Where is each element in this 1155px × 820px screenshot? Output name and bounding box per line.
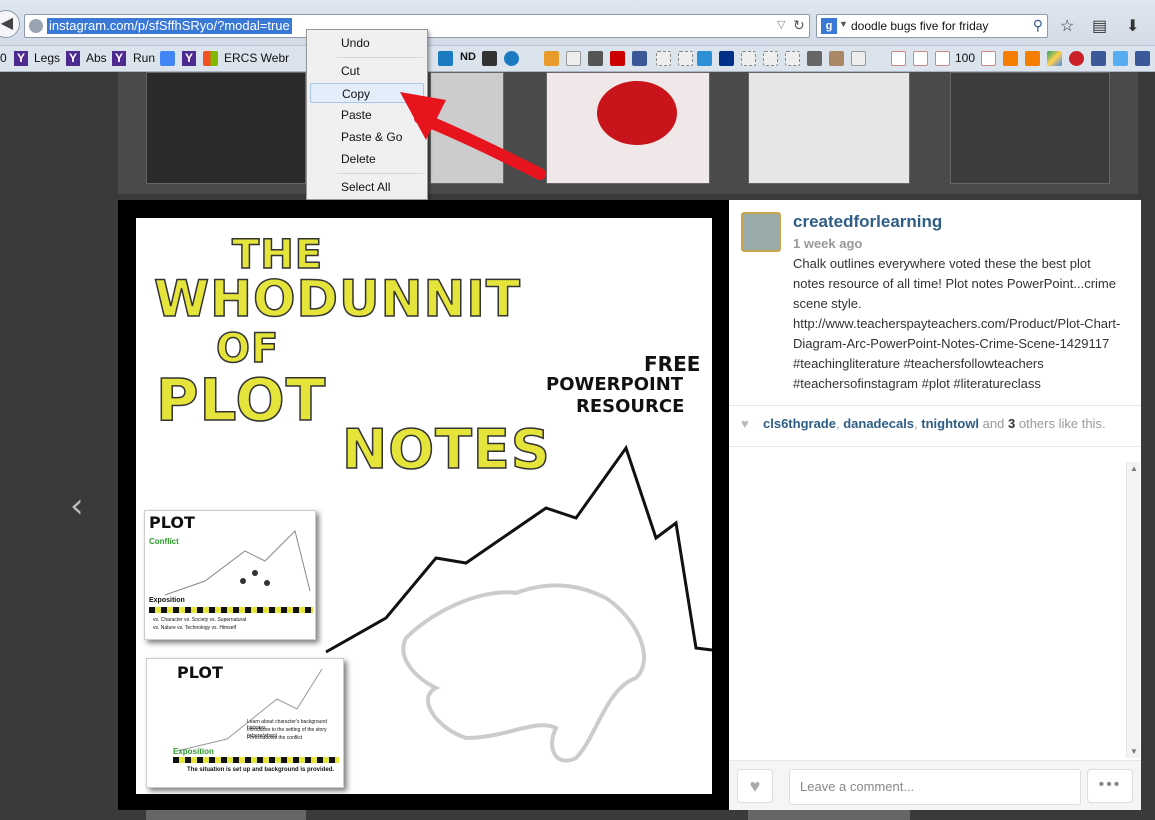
search-bar[interactable]: g ▼ doodle bugs five for friday ⚲ <box>816 14 1048 38</box>
star-icon[interactable]: ☆ <box>1060 16 1074 36</box>
photo-icon[interactable] <box>829 51 844 66</box>
comments-scrollbar[interactable]: ▲ ▼ <box>1126 462 1140 758</box>
menu-item-undo[interactable]: Undo <box>310 33 424 53</box>
back-icon[interactable]: ◀ <box>0 10 20 38</box>
runner-icon[interactable] <box>504 51 519 66</box>
search-engine-icon[interactable]: g <box>821 18 837 34</box>
drive-icon[interactable] <box>1047 51 1062 66</box>
search-icon[interactable]: ⚲ <box>1033 17 1043 34</box>
post-sidebar: createdforlearning 1 week ago Chalk outl… <box>729 200 1141 810</box>
blogger-icon[interactable] <box>1003 51 1018 66</box>
globe-icon <box>29 19 43 33</box>
chevron-down-icon[interactable]: ▼ <box>839 19 848 29</box>
pinterest-icon[interactable] <box>981 51 996 66</box>
yahoo-icon[interactable]: Y <box>66 51 80 66</box>
scroll-down-icon[interactable]: ▼ <box>1130 747 1138 756</box>
post-image[interactable]: THE WHODUNNIT OF PLOT NOTES FREE POWERPO… <box>136 218 712 794</box>
pinterest-icon[interactable] <box>913 51 928 66</box>
comment-input[interactable]: Leave a comment... <box>789 769 1081 805</box>
blank-icon[interactable] <box>763 51 778 66</box>
facebook-icon[interactable] <box>1135 51 1150 66</box>
plane-icon[interactable] <box>632 51 647 66</box>
likes-suffix: others like this. <box>1018 416 1106 431</box>
avatar[interactable] <box>741 212 781 252</box>
heart-icon: ♥ <box>741 416 749 431</box>
like-button[interactable]: ♥ <box>737 769 773 803</box>
thumbnail-image[interactable] <box>146 72 306 184</box>
liker-link[interactable]: danadecals <box>843 416 914 431</box>
card-row: vs. Nature vs. Technology vs. Himself <box>153 625 236 631</box>
bookmark-ercs[interactable]: ERCS Webr <box>224 51 289 65</box>
annotation-arrow <box>400 92 546 180</box>
post-caption: Chalk outlines everywhere voted these th… <box>793 256 1121 391</box>
search-input[interactable]: doodle bugs five for friday <box>851 19 988 33</box>
monitor-icon[interactable] <box>588 51 603 66</box>
reload-icon[interactable]: ↻ <box>793 17 805 34</box>
card-row: vs. Character vs. Society vs. Supernatur… <box>153 617 247 623</box>
post-username[interactable]: createdforlearning <box>793 212 942 232</box>
blank-icon[interactable] <box>656 51 671 66</box>
divider <box>729 446 1141 447</box>
download-icon[interactable]: ⬇ <box>1126 16 1139 36</box>
url-text[interactable]: instagram.com/p/sfSffhSRyo/?modal=true <box>47 18 292 34</box>
amazon-icon[interactable] <box>544 51 559 66</box>
card-bullet: Foreshadows the conflict <box>247 735 303 741</box>
plot-slide-card: PLOT Learn about character's background … <box>146 658 344 788</box>
liker-link[interactable]: cls6thgrade <box>763 416 836 431</box>
thumbnail-image[interactable] <box>146 810 306 820</box>
bookmark-run[interactable]: Run <box>133 51 155 65</box>
pinterest-icon[interactable] <box>891 51 906 66</box>
post-timestamp[interactable]: 1 week ago <box>793 236 862 251</box>
windows-icon <box>203 51 218 66</box>
amazon-a-icon[interactable] <box>566 51 581 66</box>
card-footer: The situation is set up and background i… <box>187 767 335 773</box>
previous-arrow-icon[interactable]: ‹ <box>70 486 84 526</box>
scroll-up-icon[interactable]: ▲ <box>1130 464 1138 473</box>
bird-icon[interactable] <box>697 51 712 66</box>
blank-icon[interactable] <box>678 51 693 66</box>
app-icon[interactable] <box>438 51 453 66</box>
card-exposition: Exposition <box>149 597 185 604</box>
thumbnail-image[interactable] <box>748 72 910 184</box>
pinterest-icon[interactable] <box>935 51 950 66</box>
thumbnail-image[interactable] <box>748 810 910 820</box>
person-icon[interactable] <box>482 51 497 66</box>
bookmarks-bar: 0 Y Legs Y Abs Y Run Y ERCS Webr ND 100 <box>0 46 1155 72</box>
facebook-icon[interactable] <box>1091 51 1106 66</box>
bookmark-100[interactable]: 100 <box>955 51 975 65</box>
likes-line: ♥ cls6thgrade, danadecals, tnightowl and … <box>741 416 1106 431</box>
comment-bar: ♥ Leave a comment... ••• <box>729 760 1141 810</box>
plot-slide-card: PLOT Conflict Exposition vs. Character v… <box>144 510 316 640</box>
likes-count[interactable]: 3 <box>1008 416 1015 431</box>
bookmarks-icon[interactable]: ▤ <box>1092 16 1107 36</box>
card-exposition: Exposition <box>173 747 214 756</box>
bookmark-abs[interactable]: Abs <box>86 51 107 65</box>
caution-tape <box>173 757 339 763</box>
menu-separator <box>337 57 423 58</box>
yahoo-icon[interactable]: Y <box>182 51 196 66</box>
caution-tape <box>149 607 313 613</box>
liker-link[interactable]: tnightowl <box>921 416 979 431</box>
bookmark-legs[interactable]: Legs <box>34 51 60 65</box>
dog-icon[interactable] <box>807 51 822 66</box>
blank-icon[interactable] <box>785 51 800 66</box>
v-icon[interactable] <box>610 51 625 66</box>
likes-and: and <box>982 416 1005 431</box>
thumbnail-image[interactable] <box>950 72 1110 184</box>
bookmark-0[interactable]: 0 <box>0 51 7 65</box>
yahoo-icon[interactable]: Y <box>112 51 126 66</box>
blogger-icon[interactable] <box>1025 51 1040 66</box>
page-icon[interactable] <box>851 51 866 66</box>
google-icon[interactable] <box>160 51 175 66</box>
browser-toolbar: ◀ instagram.com/p/sfSffhSRyo/?modal=true… <box>0 0 1155 46</box>
pinterest-logo-icon[interactable] <box>1069 51 1084 66</box>
divider <box>729 405 1141 406</box>
bookmark-nd[interactable]: ND <box>460 51 476 63</box>
more-options-button[interactable]: ••• <box>1087 769 1133 803</box>
url-dropdown-icon[interactable]: ▽ <box>777 18 785 31</box>
yahoo-icon[interactable]: Y <box>14 51 28 66</box>
paypal-icon[interactable] <box>719 51 734 66</box>
twitter-icon[interactable] <box>1113 51 1128 66</box>
blank-icon[interactable] <box>741 51 756 66</box>
